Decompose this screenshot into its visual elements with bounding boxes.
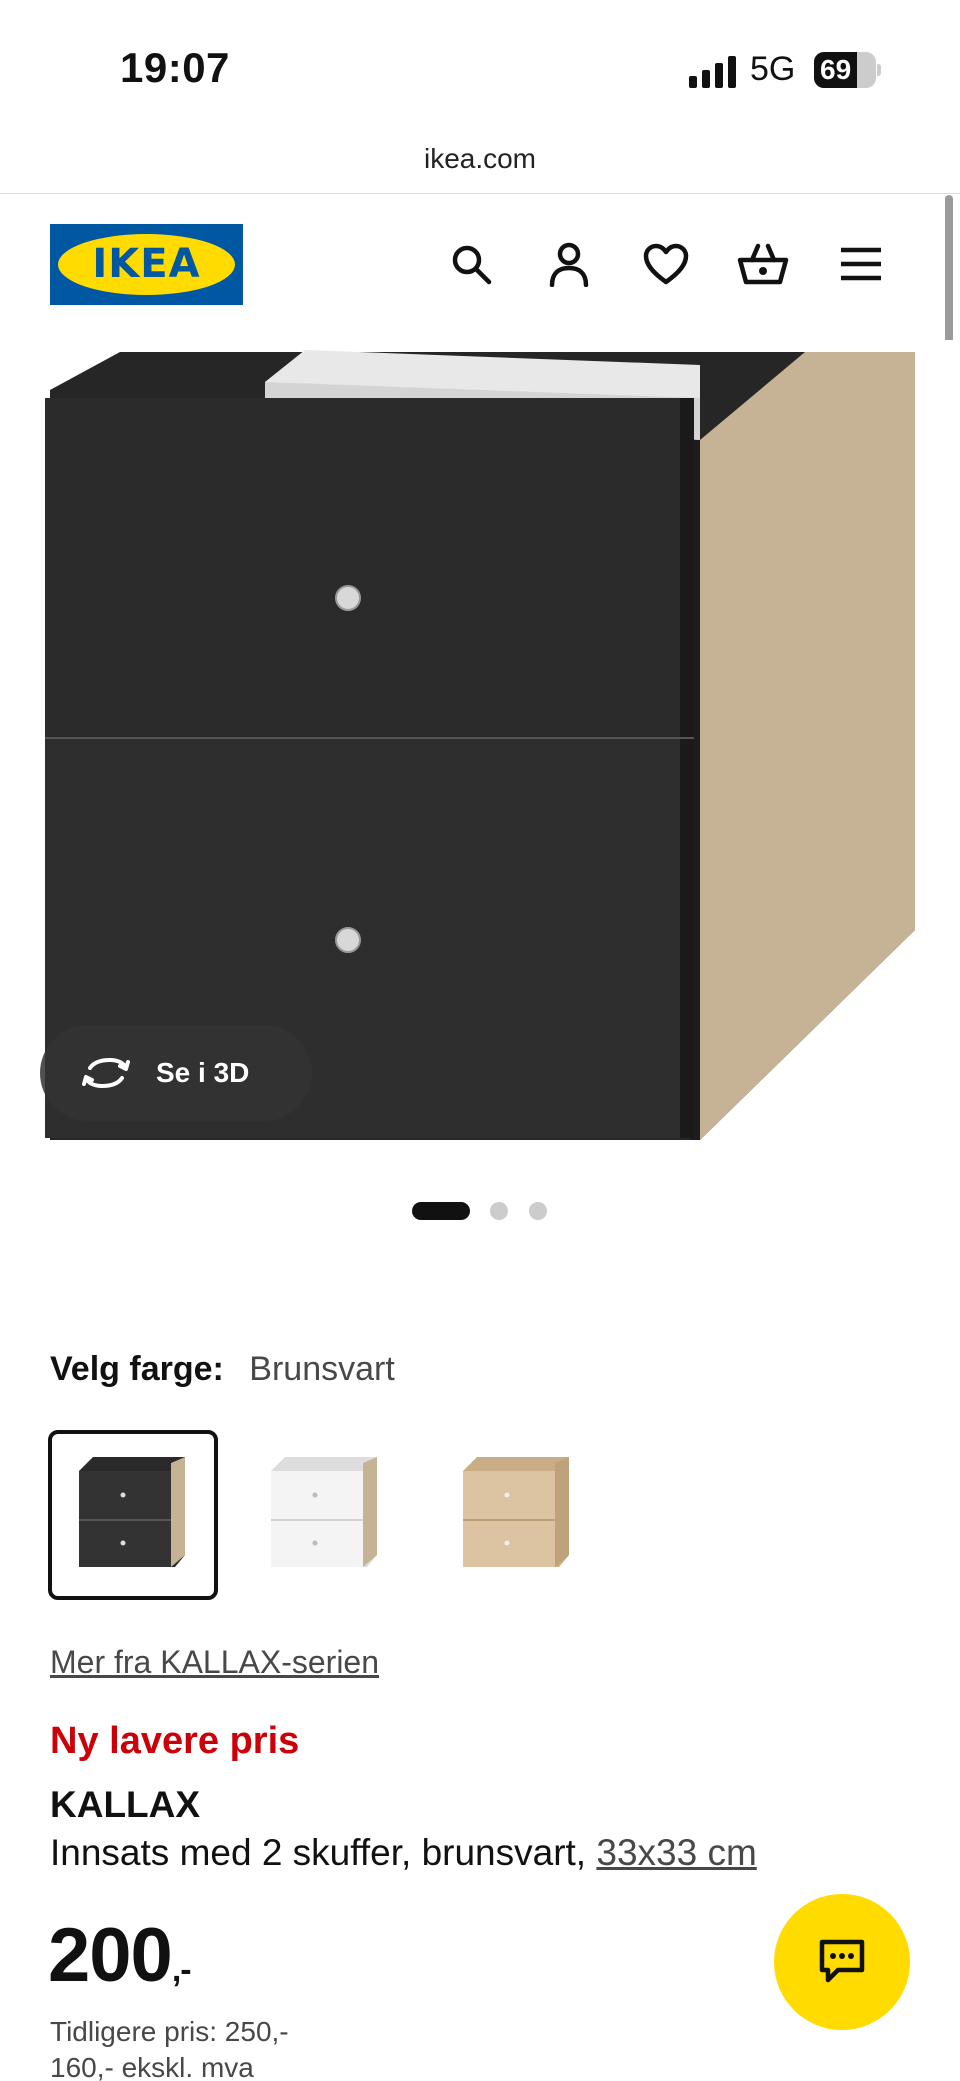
color-swatch-hvit[interactable] [240,1430,410,1600]
previous-price: Tidligere pris: 250,- [50,2016,289,2047]
color-value: Brunsvart [249,1350,395,1388]
status-bar: 19:07 5G 69 [0,0,960,130]
search-icon[interactable] [442,235,500,293]
battery-icon: 69 [814,52,876,88]
scrollbar-thumb[interactable] [945,195,953,343]
view-3d-button[interactable]: Se i 3D [40,1025,312,1121]
network-label: 5G [750,50,796,88]
menu-icon[interactable] [832,235,890,293]
carousel-dots [0,1198,960,1222]
color-selector-heading: Velg farge: Brunsvart [50,1350,395,1389]
carousel-dot[interactable] [529,1202,547,1220]
battery-cap [877,64,881,76]
url-text[interactable]: ikea.com [424,143,536,174]
product-price: 200,- [48,1912,192,1999]
account-icon[interactable] [540,235,598,293]
rotate-3d-icon [82,1057,130,1089]
product-description: Innsats med 2 skuffer, brunsvart, 33x33 … [50,1832,757,1874]
series-link[interactable]: Mer fra KALLAX-serien [50,1644,379,1681]
color-swatch-bjork[interactable] [432,1430,602,1600]
status-time: 19:07 [120,44,230,91]
heart-icon[interactable] [637,235,695,293]
ikea-logo[interactable]: IKEA [50,224,243,305]
logo-text: IKEA [92,241,201,287]
chat-icon [819,1939,865,1983]
basket-icon[interactable] [734,235,792,293]
carousel-dot[interactable] [490,1202,508,1220]
chat-button[interactable] [774,1894,910,2030]
site-header: IKEA [0,195,960,335]
product-description-text: Innsats med 2 skuffer, brunsvart, [50,1832,597,1873]
color-swatch-brunsvart[interactable] [48,1430,218,1600]
product-name: KALLAX [50,1784,201,1825]
price-badge: Ny lavere pris [50,1720,300,1762]
carousel-dot[interactable] [412,1202,470,1220]
size-link[interactable]: 33x33 cm [596,1832,756,1873]
color-label: Velg farge: [50,1350,224,1388]
ex-vat-price: 160,- ekskl. mva [50,2052,254,2081]
url-bar[interactable]: ikea.com [0,130,960,194]
signal-icon [689,54,737,88]
price-suffix: ,- [171,1951,192,1989]
view-3d-label: Se i 3D [156,1057,250,1088]
price-value: 200 [48,1913,173,1998]
battery-percent: 69 [820,54,852,85]
